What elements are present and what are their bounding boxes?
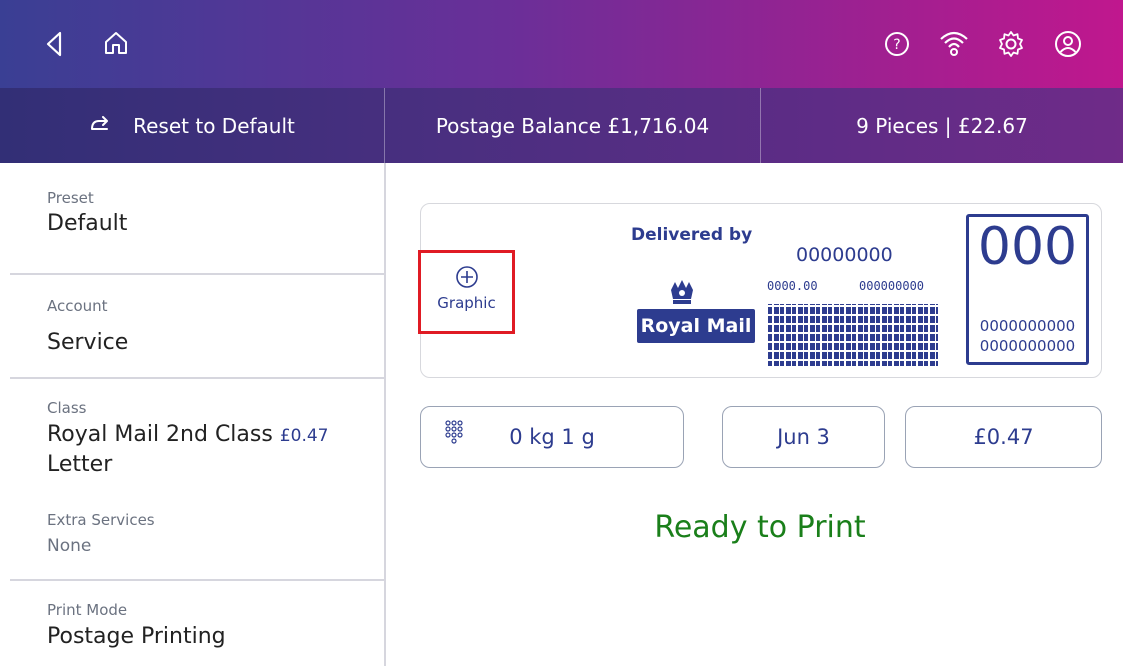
class-value: Royal Mail 2nd Class £0.47	[47, 422, 329, 447]
reset-icon	[89, 115, 111, 136]
indicia-big-digits: 000	[977, 217, 1078, 277]
account-value: Service	[47, 330, 129, 355]
back-icon[interactable]	[44, 30, 64, 62]
date-value: Jun 3	[777, 425, 830, 449]
print-mode-label: Print Mode	[47, 601, 128, 619]
crown-icon	[668, 277, 696, 311]
extra-services-value: None	[47, 536, 92, 556]
keypad-icon	[445, 420, 463, 459]
account-section[interactable]: Account Service	[0, 275, 384, 377]
ready-status: Ready to Print	[654, 510, 866, 545]
indicia-value-box: 000 0000000000 0000000000	[966, 214, 1089, 365]
amount-value: £0.47	[973, 425, 1034, 449]
preset-value: Default	[47, 211, 128, 236]
reset-label: Reset to Default	[133, 113, 295, 138]
extra-services-label: Extra Services	[47, 511, 155, 529]
add-graphic-button[interactable]: Graphic	[418, 250, 515, 334]
class-price: £0.47	[279, 426, 329, 446]
wifi-icon[interactable]	[938, 28, 970, 64]
preset-label: Preset	[47, 189, 94, 207]
reset-to-default-button[interactable]: Reset to Default	[0, 88, 384, 163]
class-name: Royal Mail 2nd Class	[47, 422, 273, 447]
preset-section[interactable]: Preset Default	[0, 163, 384, 273]
print-mode-value: Postage Printing	[47, 624, 226, 649]
date-button[interactable]: Jun 3	[722, 406, 885, 468]
graphic-label: Graphic	[437, 294, 496, 312]
class-section[interactable]: Class Royal Mail 2nd Class £0.47 Letter …	[0, 379, 384, 579]
home-icon[interactable]	[103, 30, 129, 60]
settings-sidebar: Preset Default Account Service Class Roy…	[0, 163, 386, 666]
weight-value: 0 kg 1 g	[509, 425, 595, 449]
account-label: Account	[47, 297, 108, 315]
amount-button[interactable]: £0.47	[905, 406, 1102, 468]
account-icon[interactable]	[1054, 30, 1082, 62]
pieces-counter[interactable]: 9 Pieces | £22.67	[761, 88, 1123, 163]
help-icon[interactable]: ?	[884, 31, 910, 61]
class-label: Class	[47, 399, 87, 417]
indicia-box-line1: 0000000000	[979, 317, 1076, 335]
print-mode-section[interactable]: Print Mode Postage Printing	[0, 581, 384, 666]
settings-icon[interactable]	[997, 30, 1025, 62]
barcode-icon	[768, 304, 938, 366]
royal-mail-logo: Royal Mail	[637, 309, 755, 343]
delivered-by-text: Delivered by	[631, 225, 753, 245]
pieces-text: 9 Pieces | £22.67	[856, 113, 1028, 138]
status-bar: Reset to Default Postage Balance £1,716.…	[0, 88, 1123, 163]
indicia-small-right: 000000000	[859, 279, 925, 293]
weight-button[interactable]: 0 kg 1 g	[420, 406, 684, 468]
postage-balance-text: Postage Balance £1,716.04	[435, 113, 710, 138]
svg-text:?: ?	[893, 37, 900, 53]
add-circle-icon	[455, 265, 479, 293]
class-format: Letter	[47, 452, 113, 477]
indicia-box-line2: 0000000000	[979, 337, 1076, 355]
top-navigation-bar: ?	[0, 0, 1123, 88]
indicia-number: 00000000	[796, 244, 893, 266]
indicia-preview-card: Delivered by Royal Mail 00000000 0000.00…	[420, 203, 1102, 378]
indicia-small-left: 0000.00	[767, 279, 818, 293]
postage-balance[interactable]: Postage Balance £1,716.04	[385, 88, 760, 163]
